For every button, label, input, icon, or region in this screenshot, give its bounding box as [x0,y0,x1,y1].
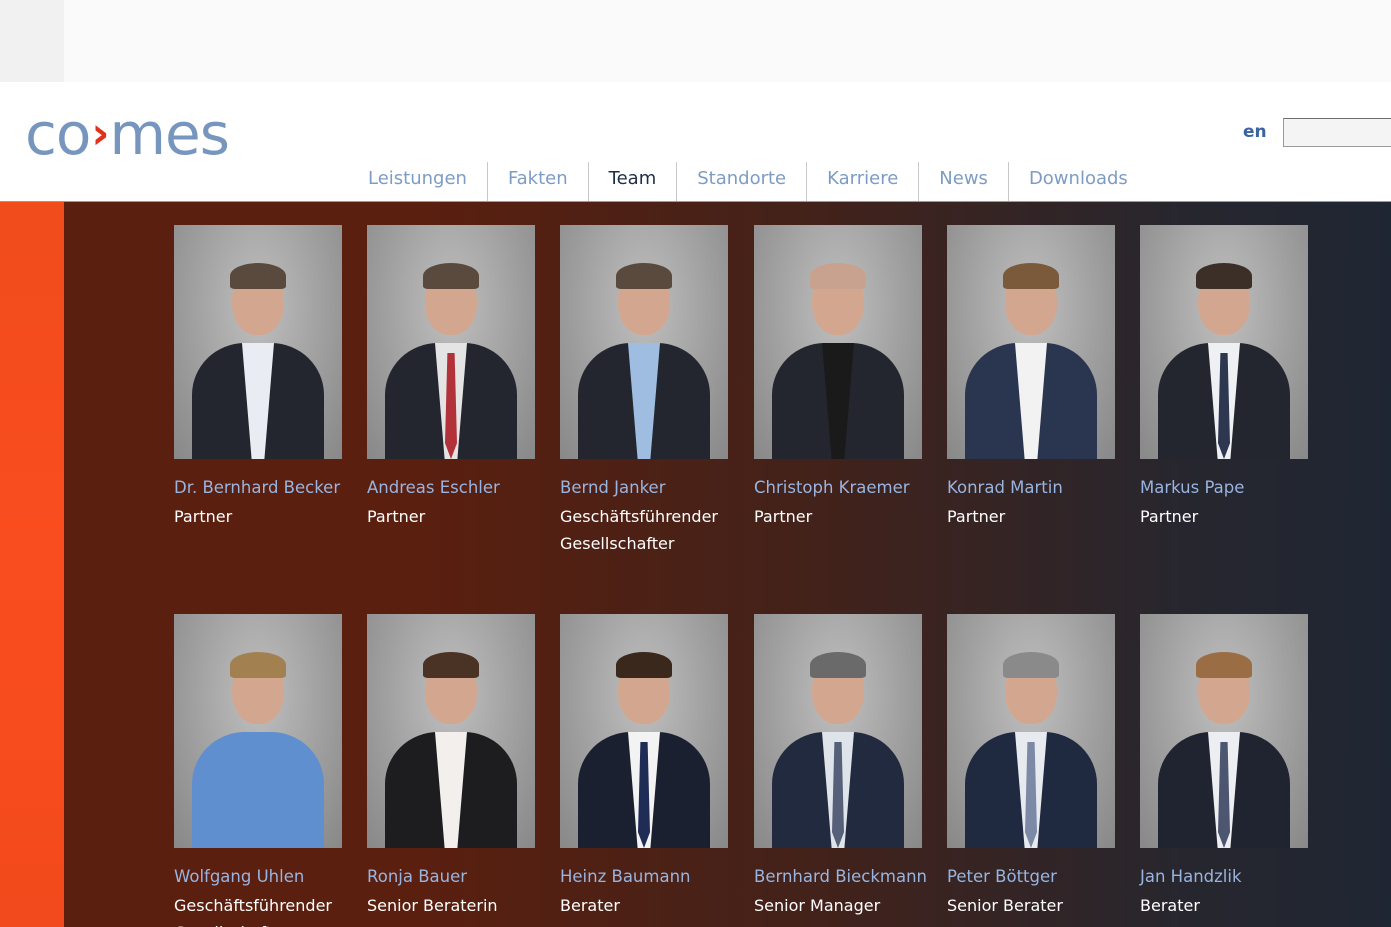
team-card[interactable]: Ronja Bauer Senior Beraterin [367,614,535,919]
team-member-name[interactable]: Jan Handzlik [1140,866,1308,888]
nav-item-downloads[interactable]: Downloads [1007,162,1148,201]
team-photo[interactable] [1140,614,1308,848]
browser-top-area [0,0,1391,82]
nav-item-news[interactable]: News [918,162,1008,201]
team-member-role: Partner [1140,507,1199,526]
team-member-name[interactable]: Konrad Martin [947,477,1115,499]
team-member-role: Berater [560,896,620,915]
orange-side-band [0,202,64,927]
logo-text-co: co [25,100,91,168]
team-member-name[interactable]: Christoph Kraemer [754,477,922,499]
team-photo[interactable] [367,225,535,459]
team-card[interactable]: Markus Pape Partner [1140,225,1308,530]
team-card[interactable]: Andreas Eschler Partner [367,225,535,530]
team-card[interactable]: Konrad Martin Partner [947,225,1115,530]
team-card[interactable]: Peter Böttger Senior Berater [947,614,1115,919]
team-member-role: Senior Berater [947,896,1063,915]
language-switch-en[interactable]: en [1243,122,1267,142]
team-member-role: Partner [367,507,426,526]
nav-item-standorte[interactable]: Standorte [676,162,806,201]
team-card[interactable]: Jan Handzlik Berater [1140,614,1308,919]
team-photo[interactable] [947,614,1115,848]
team-card[interactable]: Wolfgang Uhlen Geschäftsführender Gesell… [174,614,342,927]
team-member-role: Partner [754,507,813,526]
nav-item-team[interactable]: Team [587,162,677,201]
team-photo[interactable] [560,225,728,459]
search-input[interactable] [1283,118,1391,147]
team-photo[interactable] [174,614,342,848]
team-member-name[interactable]: Ronja Bauer [367,866,535,888]
team-card[interactable]: Bernd Janker Geschäftsführender Gesellsc… [560,225,728,557]
comes-logo[interactable]: co›mes [25,104,230,170]
nav-item-leistungen[interactable]: Leistungen [348,162,487,201]
team-member-role: Partner [174,507,233,526]
team-member-role: Partner [947,507,1006,526]
team-photo[interactable] [754,614,922,848]
team-member-name[interactable]: Heinz Baumann [560,866,728,888]
team-member-name[interactable]: Bernhard Bieckmann [754,866,927,888]
team-card[interactable]: Christoph Kraemer Partner [754,225,922,530]
team-member-name[interactable]: Wolfgang Uhlen [174,866,342,888]
team-member-role: Senior Manager [754,896,881,915]
team-card[interactable]: Dr. Bernhard Becker Partner [174,225,342,530]
team-member-name[interactable]: Peter Böttger [947,866,1115,888]
team-member-role: Geschäftsführender Gesellschafter [174,896,332,927]
nav-item-fakten[interactable]: Fakten [486,162,588,201]
team-card[interactable]: Bernhard Bieckmann Senior Manager [754,614,927,919]
team-photo[interactable] [1140,225,1308,459]
team-member-role: Berater [1140,896,1200,915]
main-nav: Leistungen Fakten Team Standorte Karrier… [348,162,1148,201]
team-member-role: Senior Beraterin [367,896,498,915]
team-member-role: Geschäftsführender Gesellschafter [560,507,718,553]
team-member-name[interactable]: Dr. Bernhard Becker [174,477,342,499]
team-photo[interactable] [560,614,728,848]
logo-text-mes: mes [109,100,230,168]
team-member-name[interactable]: Markus Pape [1140,477,1308,499]
logo-arrow-icon: › [91,108,109,159]
team-photo[interactable] [367,614,535,848]
team-member-name[interactable]: Andreas Eschler [367,477,535,499]
team-photo[interactable] [754,225,922,459]
team-member-name[interactable]: Bernd Janker [560,477,728,499]
team-photo[interactable] [174,225,342,459]
team-photo[interactable] [947,225,1115,459]
top-left-block [0,0,64,82]
team-card[interactable]: Heinz Baumann Berater [560,614,728,919]
nav-item-karriere[interactable]: Karriere [806,162,918,201]
